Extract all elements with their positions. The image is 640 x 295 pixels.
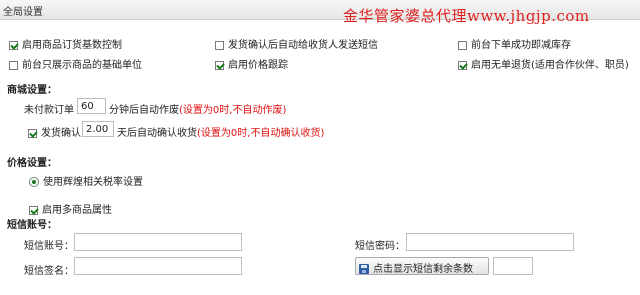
unpaid-minutes-input[interactable] (77, 98, 106, 114)
multi-attr-label: 启用多商品属性 (42, 205, 112, 216)
option-label: 发货确认后自动给收货人发送短信 (228, 40, 378, 51)
option-label: 启用价格跟踪 (228, 60, 288, 71)
checkbox-sms-on-ship[interactable] (215, 41, 224, 50)
checkbox-base-unit-only[interactable] (9, 61, 18, 70)
save-disk-icon (359, 264, 369, 274)
show-sms-remaining-label: 点击显示短信剩余条数 (373, 264, 473, 275)
option-label: 前台只展示商品的基础单位 (22, 60, 142, 71)
checkbox-return-without-order[interactable] (458, 61, 467, 70)
option-reduce-stock[interactable]: 前台下单成功即减库存 (458, 36, 571, 51)
option-label: 前台下单成功即减库存 (471, 40, 571, 51)
option-return-without-order[interactable]: 启用无单退货(适用合作伙伴、职员) (458, 56, 629, 71)
unpaid-suffix-label: 分钟后自动作废(设置为0时,不自动作废) (109, 101, 286, 116)
checkbox-reduce-stock[interactable] (458, 41, 467, 50)
option-price-tracking[interactable]: 启用价格跟踪 (215, 56, 288, 71)
section-title-price: 价格设置： (7, 158, 57, 169)
checkbox-ship-confirm[interactable] (28, 129, 37, 138)
sms-remaining-count-input[interactable] (493, 257, 533, 275)
auto-receive-days-input[interactable] (82, 121, 114, 137)
checkbox-price-tracking[interactable] (215, 61, 224, 70)
option-base-unit-only[interactable]: 前台只展示商品的基础单位 (9, 56, 142, 71)
show-sms-remaining-button[interactable]: 点击显示短信剩余条数 (355, 257, 489, 275)
option-order-base-control[interactable]: 启用商品订货基数控制 (9, 36, 122, 51)
ship-suffix-label: 天后自动确认收货(设置为0时,不自动确认收货) (117, 124, 324, 139)
sms-account-label: 短信账号： (24, 241, 74, 252)
tax-rate-option[interactable]: 使用辉煌相关税率设置 (29, 173, 143, 188)
sms-account-input[interactable] (74, 233, 242, 251)
ship-suffix: 天后自动确认收货 (117, 128, 197, 139)
option-label: 启用无单退货(适用合作伙伴、职员) (471, 60, 629, 71)
unpaid-suffix: 分钟后自动作废 (109, 105, 179, 116)
section-title-mall: 商城设置： (7, 85, 57, 96)
option-sms-on-ship[interactable]: 发货确认后自动给收货人发送短信 (215, 36, 378, 51)
unpaid-hint: (设置为0时,不自动作废) (179, 105, 287, 116)
sms-signature-input[interactable] (74, 257, 242, 275)
radio-tax-rate[interactable] (29, 177, 39, 187)
tax-rate-label: 使用辉煌相关税率设置 (43, 177, 143, 188)
unpaid-prefix-label: 未付款订单 (24, 105, 74, 116)
checkbox-order-base-control[interactable] (9, 41, 18, 50)
ship-hint: (设置为0时,不自动确认收货) (197, 128, 325, 139)
sms-password-label: 短信密码： (355, 241, 405, 252)
multi-attr-option[interactable]: 启用多商品属性 (29, 201, 112, 216)
sms-signature-label: 短信签名： (24, 266, 74, 277)
section-title-sms: 短信账号： (7, 220, 57, 231)
checkbox-multi-attr[interactable] (29, 206, 38, 215)
panel-title: 全局设置 (3, 7, 43, 18)
ship-confirm-option[interactable]: 发货确认 (28, 124, 81, 139)
sms-password-input[interactable] (406, 233, 574, 251)
option-label: 启用商品订货基数控制 (22, 40, 122, 51)
ship-confirm-label: 发货确认 (41, 128, 81, 139)
watermark: 金华管家婆总代理www.jhgjp.com (343, 7, 590, 25)
